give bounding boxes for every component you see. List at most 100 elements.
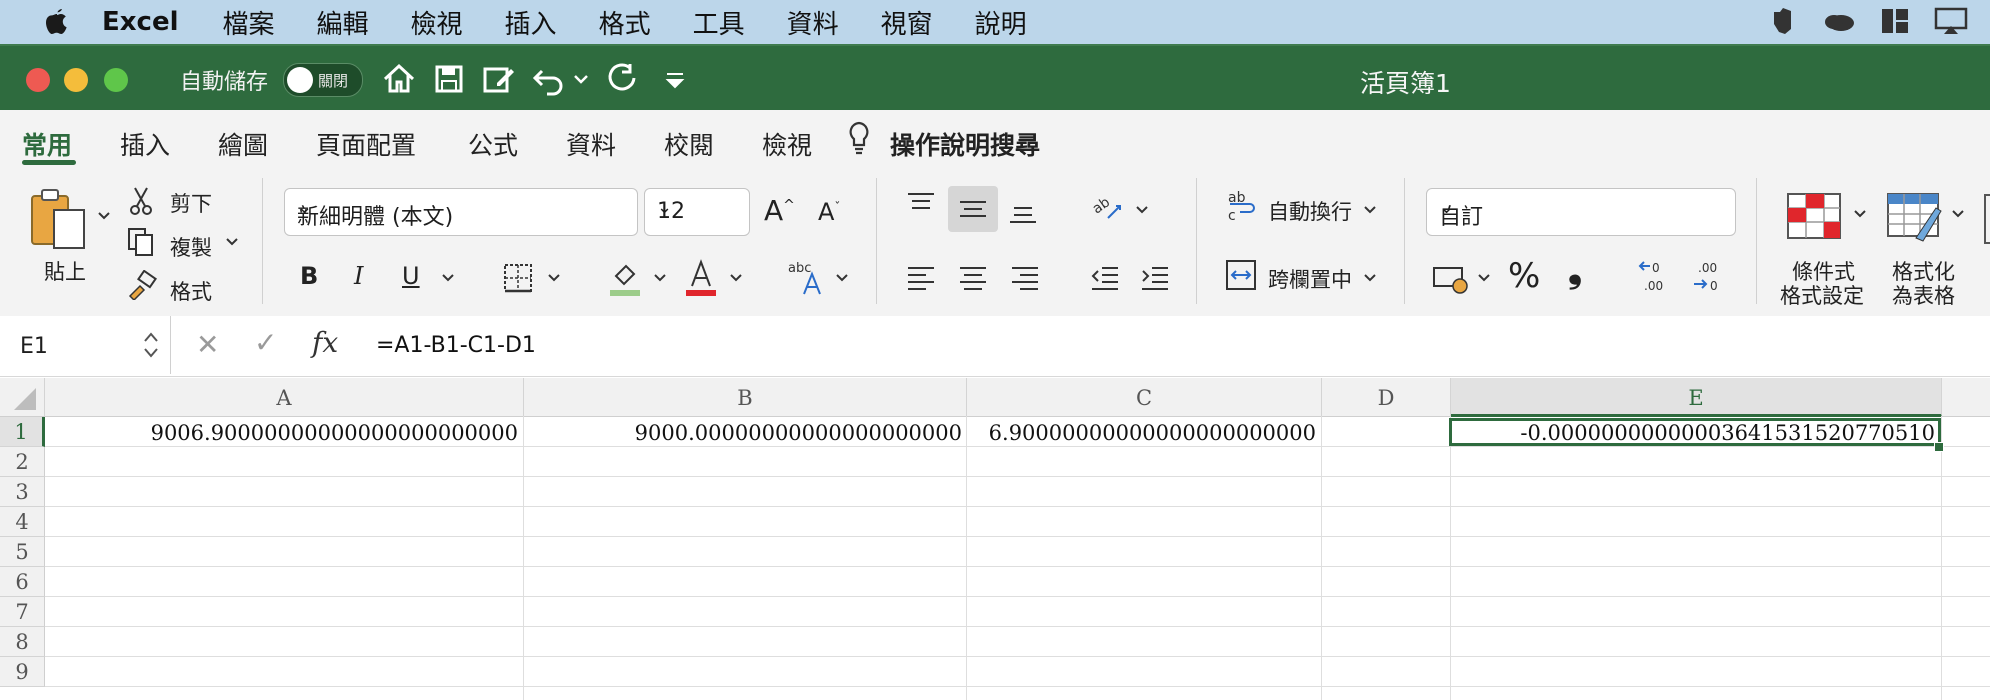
row-header-8[interactable]: 8 bbox=[0, 627, 45, 657]
align-top-icon[interactable] bbox=[904, 190, 938, 220]
format-as-table-icon[interactable] bbox=[1886, 192, 1944, 242]
merge-center-icon[interactable] bbox=[1224, 258, 1258, 292]
increase-decimal-icon[interactable]: 0.00 bbox=[1638, 258, 1676, 296]
redo-icon[interactable] bbox=[604, 60, 642, 98]
decrease-indent-icon[interactable] bbox=[1088, 262, 1122, 292]
menu-view[interactable]: 檢視 bbox=[411, 4, 463, 41]
format-as-table-label-2[interactable]: 為表格 bbox=[1892, 280, 1955, 310]
onedrive-icon[interactable] bbox=[1822, 6, 1856, 36]
conditional-formatting-icon[interactable] bbox=[1786, 192, 1842, 240]
row-header-4[interactable]: 4 bbox=[0, 507, 45, 537]
copy-icon[interactable] bbox=[126, 226, 156, 258]
column-header-c[interactable]: C bbox=[967, 378, 1322, 417]
orientation-icon[interactable]: ab bbox=[1088, 188, 1126, 224]
fill-color-dropdown-icon[interactable] bbox=[652, 270, 668, 286]
cell-d1[interactable] bbox=[1324, 418, 1446, 447]
cell-styles-partial-icon[interactable] bbox=[1984, 194, 1990, 244]
accounting-format-icon[interactable] bbox=[1430, 260, 1470, 296]
tab-review[interactable]: 校閱 bbox=[664, 126, 714, 162]
row-header-6[interactable]: 6 bbox=[0, 567, 45, 597]
menu-data[interactable]: 資料 bbox=[787, 4, 839, 41]
menu-tools[interactable]: 工具 bbox=[693, 4, 745, 41]
format-as-table-dropdown-icon[interactable] bbox=[1950, 206, 1966, 222]
customize-toolbar-icon[interactable] bbox=[658, 60, 692, 98]
zoom-window-button[interactable] bbox=[104, 68, 128, 92]
column-header-f-partial[interactable] bbox=[1942, 378, 1990, 417]
format-painter-label[interactable]: 格式 bbox=[170, 276, 212, 306]
align-right-icon[interactable] bbox=[1008, 262, 1042, 292]
menu-window[interactable]: 視窗 bbox=[881, 4, 933, 41]
number-format-dropdown[interactable]: 自訂 ⌄ bbox=[1426, 188, 1736, 236]
row-header-5[interactable]: 5 bbox=[0, 537, 45, 567]
tab-draw[interactable]: 繪圖 bbox=[218, 126, 268, 162]
fill-color-icon[interactable] bbox=[608, 258, 642, 298]
cut-label[interactable]: 剪下 bbox=[170, 188, 212, 218]
menu-file[interactable]: 檔案 bbox=[223, 4, 275, 41]
menu-insert[interactable]: 插入 bbox=[505, 4, 557, 41]
tab-view[interactable]: 檢視 bbox=[762, 126, 812, 162]
column-header-d[interactable]: D bbox=[1322, 378, 1451, 417]
align-left-icon[interactable] bbox=[904, 262, 938, 292]
help-search[interactable]: 操作說明搜尋 bbox=[890, 126, 1040, 162]
copy-dropdown-icon[interactable] bbox=[224, 234, 240, 250]
text-effects-icon[interactable]: abc bbox=[786, 258, 828, 298]
font-size-dropdown[interactable]: 12 ⌄ bbox=[644, 188, 750, 236]
borders-icon[interactable] bbox=[502, 262, 534, 294]
tab-data[interactable]: 資料 bbox=[566, 126, 616, 162]
tab-page-layout[interactable]: 頁面配置 bbox=[316, 126, 416, 162]
underline-dropdown-icon[interactable] bbox=[440, 270, 456, 286]
minimize-window-button[interactable] bbox=[64, 68, 88, 92]
row-header-3[interactable]: 3 bbox=[0, 477, 45, 507]
tab-home[interactable]: 常用 bbox=[22, 126, 72, 162]
save-icon[interactable] bbox=[430, 60, 468, 98]
paste-icon[interactable] bbox=[28, 186, 92, 252]
name-box-stepper-icon[interactable] bbox=[142, 326, 160, 364]
increase-indent-icon[interactable] bbox=[1138, 262, 1172, 292]
undo-icon[interactable] bbox=[530, 60, 568, 98]
cell-a1[interactable]: 9006.90000000000000000000000 bbox=[50, 418, 518, 447]
formula-input[interactable]: =A1-B1-C1-D1 bbox=[376, 333, 536, 358]
comma-style-button[interactable]: ❟ bbox=[1568, 250, 1582, 292]
format-painter-icon[interactable] bbox=[126, 270, 158, 300]
autosave-toggle[interactable]: 關閉 bbox=[283, 63, 363, 97]
borders-dropdown-icon[interactable] bbox=[546, 270, 562, 286]
column-header-a[interactable]: A bbox=[45, 378, 524, 417]
wrap-text-icon[interactable]: abc bbox=[1224, 186, 1258, 226]
merge-center-dropdown-icon[interactable] bbox=[1362, 270, 1378, 286]
undo-dropdown-icon[interactable] bbox=[572, 60, 590, 98]
merge-center-label[interactable]: 跨欄置中 bbox=[1268, 264, 1352, 294]
fill-handle[interactable] bbox=[1934, 442, 1944, 452]
tab-formulas[interactable]: 公式 bbox=[468, 126, 518, 162]
font-name-dropdown[interactable]: 新細明體 (本文) ⌄ bbox=[284, 188, 638, 236]
percent-style-button[interactable]: % bbox=[1508, 256, 1540, 296]
menu-format[interactable]: 格式 bbox=[599, 4, 651, 41]
accounting-dropdown-icon[interactable] bbox=[1476, 270, 1492, 286]
home-icon[interactable] bbox=[380, 60, 418, 98]
row-header-7[interactable]: 7 bbox=[0, 597, 45, 627]
underline-button[interactable]: U bbox=[402, 262, 420, 290]
paste-label[interactable]: 貼上 bbox=[44, 256, 86, 286]
row-header-9[interactable]: 9 bbox=[0, 657, 45, 687]
cell-b1[interactable]: 9000.00000000000000000000 bbox=[528, 418, 962, 447]
align-bottom-icon[interactable] bbox=[1006, 196, 1040, 226]
name-box[interactable]: E1 bbox=[0, 316, 171, 374]
window-layout-icon[interactable] bbox=[1878, 6, 1912, 36]
text-effects-dropdown-icon[interactable] bbox=[834, 270, 850, 286]
bold-button[interactable]: B bbox=[300, 262, 318, 290]
conditional-formatting-label-2[interactable]: 格式設定 bbox=[1780, 280, 1864, 310]
cancel-entry-icon[interactable]: ✕ bbox=[196, 328, 219, 361]
wrap-text-dropdown-icon[interactable] bbox=[1362, 202, 1378, 218]
close-window-button[interactable] bbox=[26, 68, 50, 92]
menu-app-name[interactable]: Excel bbox=[102, 7, 179, 37]
cell-c1[interactable]: 6.90000000000000000000000 bbox=[970, 418, 1316, 447]
evernote-icon[interactable] bbox=[1766, 6, 1800, 36]
copy-label[interactable]: 複製 bbox=[170, 232, 212, 262]
conditional-formatting-dropdown-icon[interactable] bbox=[1852, 206, 1868, 222]
font-color-icon[interactable] bbox=[684, 258, 718, 298]
select-all-corner[interactable] bbox=[0, 378, 45, 417]
menu-help[interactable]: 說明 bbox=[975, 4, 1027, 41]
orientation-dropdown-icon[interactable] bbox=[1134, 202, 1150, 218]
italic-button[interactable]: I bbox=[354, 262, 363, 290]
column-header-e[interactable]: E bbox=[1451, 378, 1942, 417]
align-middle-button[interactable] bbox=[948, 186, 998, 232]
